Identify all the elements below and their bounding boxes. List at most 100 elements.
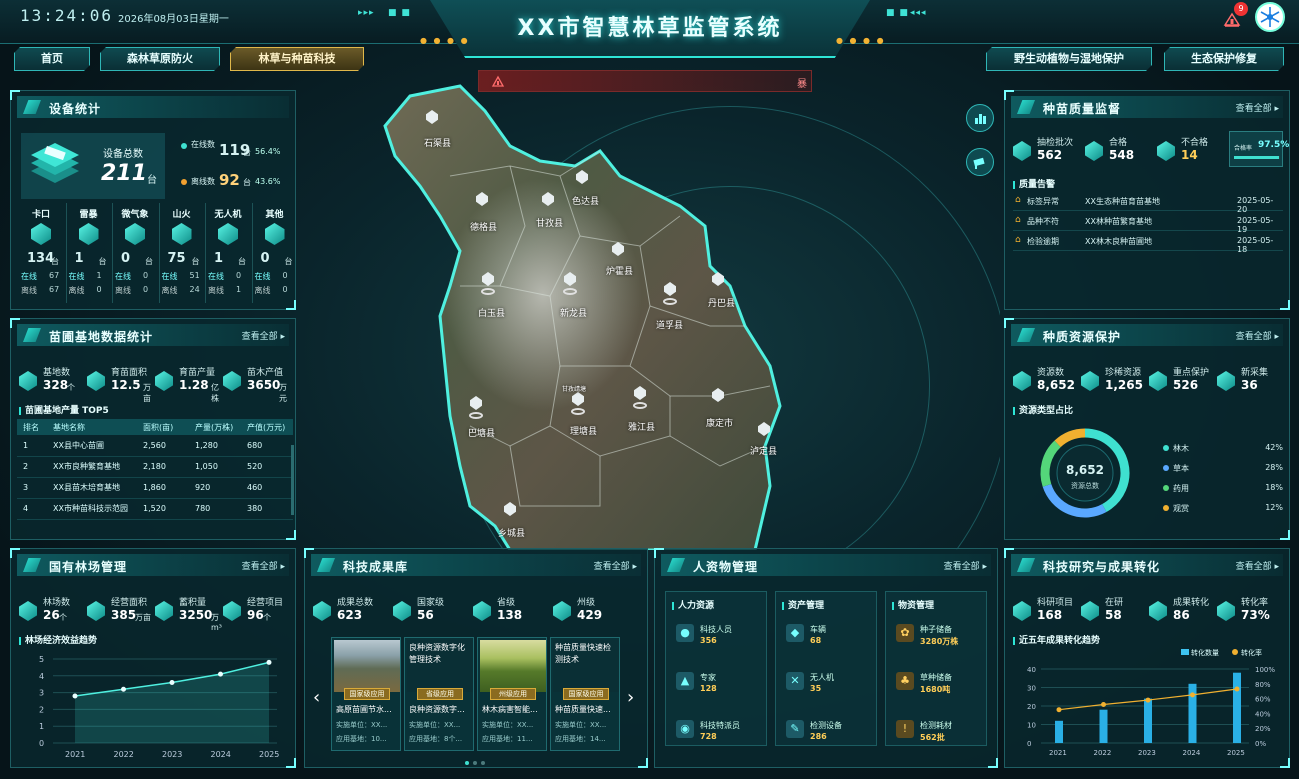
county-label: 康定市 [706, 419, 734, 429]
alarm-bell-button[interactable]: 9 [1222, 2, 1248, 29]
device-type-item[interactable]: 无人机 1 台在线 0 离线 1 [205, 203, 249, 303]
device-type-item[interactable]: 卡口 134 台在线 67 离线 67 [19, 203, 63, 303]
nav-eco-restoration[interactable]: 生态保护修复 [1164, 47, 1284, 71]
hr-item[interactable]: ◆ 车辆 68 [786, 624, 876, 654]
carousel-dot-active[interactable] [465, 761, 469, 765]
bar [1233, 672, 1241, 743]
legend-label: 药用 [1173, 484, 1189, 493]
view-all-link[interactable]: 查看全部 ▸ [594, 559, 637, 572]
stat-unit: 个 [67, 383, 75, 392]
nav-fire-prevention[interactable]: 森林草原防火 [100, 47, 220, 71]
device-type-item[interactable]: 雷暴 1 台在线 1 离线 0 [65, 203, 110, 303]
table-row[interactable]: 2 XX市良种繁育基地 2,180 1,050 520 [17, 456, 293, 478]
view-all-link[interactable]: 查看全部 ▸ [242, 329, 285, 342]
drone-icon: ✕ [786, 672, 804, 690]
legend-label: 转化率 [1241, 648, 1262, 657]
bar [1099, 709, 1108, 743]
device-type-item[interactable]: 山火 75 台在线 51 离线 24 [158, 203, 203, 303]
county-map[interactable]: 石渠县 色达县 德格县 甘孜县 炉霍县 白玉县 新龙县 道孚县 丹巴县 巴塘县 … [300, 66, 1000, 550]
table-row[interactable]: 1 XX县中心苗圃 2,560 1,280 680 [17, 435, 293, 457]
hr-item[interactable]: ♣ 草种储备 1680吨 [896, 672, 986, 702]
hr-item[interactable]: ◉ 科技特派员 728 [676, 720, 766, 750]
stat-value: 328 [43, 378, 69, 392]
stat-item: 经营项目 96 个 [223, 595, 289, 629]
view-all-link[interactable]: 查看全部 ▸ [1236, 329, 1279, 342]
device-type-online: 0 [236, 271, 242, 280]
map-stats-button[interactable] [966, 104, 994, 132]
stat-value: 3250 [179, 608, 213, 622]
y2-tick-label: 80% [1255, 681, 1271, 689]
stat-label: 抽检批次 [1037, 138, 1074, 148]
hr-item[interactable]: ✎ 检测设备 286 [786, 720, 876, 750]
data-point [169, 680, 175, 686]
table-row[interactable]: 3 XX县苗木培育基地 1,860 920 460 [17, 477, 293, 499]
table-header-cell: 排名 [17, 419, 47, 435]
view-all-link[interactable]: 查看全部 ▸ [242, 559, 285, 572]
panel-title-bar: 科技成果库 [311, 554, 641, 576]
quality-alert-row[interactable]: ⌂ 检验逾期 XX林木良种苗圃地 2025-05-18 [1013, 233, 1283, 254]
view-all-link[interactable]: 查看全部 ▸ [1236, 559, 1279, 572]
device-type-item[interactable]: 其他 0 台在线 0 离线 0 [251, 203, 296, 303]
map-camera-button[interactable] [966, 148, 994, 176]
carousel-dot[interactable] [473, 761, 477, 765]
quality-alert-row[interactable]: ⌂ 标签异常 XX生态种苗育苗基地 2025-05-20 [1013, 193, 1283, 214]
quality-alert-row[interactable]: ⌂ 品种不符 XX林种苗繁育基地 2025-05-19 [1013, 213, 1283, 234]
carousel-dots[interactable] [463, 757, 487, 768]
panel-title: 设备统计 [49, 102, 102, 116]
table-cell: XX市良种繁育基地 [47, 456, 137, 478]
table-cell: 2 [17, 456, 47, 478]
online-tag: 在线 [115, 272, 131, 281]
tech-card[interactable]: 州级应用 林木病害智能... 实施单位：XX... 应用基地：11... [477, 637, 547, 751]
alert-site: XX林木良种苗圃地 [1085, 237, 1152, 246]
tech-card[interactable]: 国家级应用 高原苗圃节水... 实施单位：XX... 应用基地：10... [331, 637, 401, 751]
carousel-dot[interactable] [481, 761, 485, 765]
stat-item: 抽检批次 562 [1013, 135, 1083, 169]
table-scrollbar[interactable] [291, 445, 294, 515]
view-all-link[interactable]: 查看全部 ▸ [1236, 101, 1279, 114]
hr-item[interactable]: ! 检测耗材 562批 [896, 720, 986, 750]
stat-label: 育苗面积 [111, 368, 148, 378]
stat-value: 86 [1173, 608, 1190, 622]
tech-card[interactable]: 种苗质量快速检测技术 国家级应用 种苗质量快速... 实施单位：XX... 应用基地：1… [550, 637, 620, 751]
stat-item: 在研 58 [1081, 595, 1147, 629]
device-type-item[interactable]: 微气象 0 台在线 0 离线 0 [112, 203, 156, 303]
county-pin-base [663, 298, 677, 305]
view-all-link[interactable]: 查看全部 ▸ [944, 559, 987, 572]
county-label: 巴塘县 [468, 429, 496, 439]
device-type-online: 67 [49, 271, 60, 280]
data-point [1234, 686, 1240, 692]
device-type-count: 75 [167, 251, 186, 266]
alert-site: XX生态种苗育苗基地 [1085, 197, 1160, 206]
stat-value: 562 [1037, 148, 1063, 162]
hr-item[interactable]: ✿ 种子储备 3280万株 [896, 624, 986, 654]
table-row[interactable]: 4 XX市种苗科技示范园 1,520 780 380 [17, 498, 293, 520]
stat-label: 国家级 [417, 598, 445, 608]
stat-label: 资源数 [1037, 368, 1065, 378]
stat-label: 基地数 [43, 368, 71, 378]
y-tick-label: 20 [1027, 703, 1036, 711]
tech-card[interactable]: 良种资源数字化管理技术 省级应用 良种资源数字... 实施单位：XX... 应用基地：8… [404, 637, 474, 751]
nav-wildlife-wetland[interactable]: 野生动植物与湿地保护 [986, 47, 1152, 71]
hr-item[interactable]: ✕ 无人机 35 [786, 672, 876, 702]
stat-item: 新采集 36 [1217, 365, 1283, 399]
donut-slice[interactable] [1054, 428, 1086, 448]
stat-icon [19, 371, 37, 391]
carousel-prev-button[interactable]: ‹ [313, 687, 320, 708]
panel-title: 种苗质量监督 [1043, 102, 1122, 116]
hr-item-name: 车辆 [810, 625, 826, 634]
hr-item[interactable]: ▲ 专家 128 [676, 672, 766, 702]
device-type-online: 0 [143, 271, 149, 280]
alert-type: 检验逾期 [1027, 237, 1059, 246]
forest-benefit-line-chart: 0 1 2 3 4 5 2021 2022 2023 2024 2025 [39, 655, 279, 759]
camera-icon [973, 157, 985, 169]
y2-tick-label: 60% [1255, 696, 1271, 704]
germplasm-panel: 种质资源保护 查看全部 ▸ 资源数 8,652 珍稀资源 1,265 重点保护 526 新采… [1004, 318, 1290, 540]
avatar[interactable] [1255, 2, 1285, 32]
hr-item-value: 35 [810, 684, 822, 693]
carousel-next-button[interactable]: › [627, 687, 634, 708]
data-point [218, 671, 223, 677]
stat-icon [223, 601, 241, 621]
nav-home[interactable]: 首页 [14, 47, 90, 71]
hr-item[interactable]: ● 科技人员 356 [676, 624, 766, 654]
snowflake-logo-icon [1260, 7, 1280, 27]
